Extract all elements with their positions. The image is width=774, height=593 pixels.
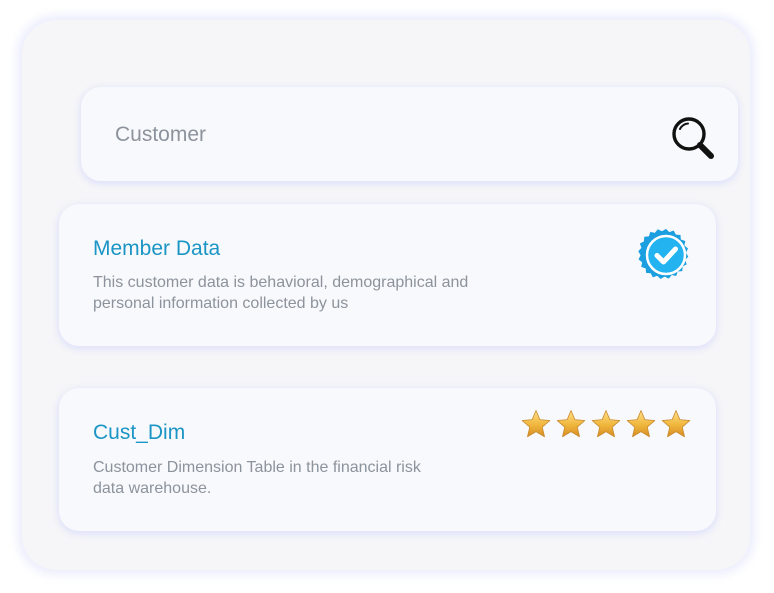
search-bar[interactable] bbox=[81, 87, 738, 181]
search-input[interactable] bbox=[115, 121, 595, 149]
verified-check-icon bbox=[638, 228, 689, 279]
result-card-member-data[interactable]: Member Data This customer data is behavi… bbox=[59, 204, 716, 346]
star-icon bbox=[661, 410, 691, 438]
result-description: This customer data is behavioral, demogr… bbox=[93, 272, 513, 314]
result-title[interactable]: Cust_Dim bbox=[93, 420, 185, 446]
result-card-cust-dim[interactable]: Cust_Dim Customer Dimension Table in the… bbox=[59, 388, 716, 531]
star-icon bbox=[556, 410, 586, 438]
result-description-line: Customer Dimension Table in the financia… bbox=[93, 459, 421, 476]
search-icon[interactable] bbox=[669, 114, 717, 162]
result-description-line: data warehouse. bbox=[93, 480, 212, 497]
star-icon bbox=[626, 410, 656, 438]
star-icon bbox=[591, 410, 621, 438]
result-description-line: This customer data is behavioral, demogr… bbox=[93, 274, 469, 291]
star-icon bbox=[521, 410, 551, 438]
star-rating bbox=[521, 409, 691, 441]
result-description-line: personal information collected by us bbox=[93, 295, 349, 312]
result-description: Customer Dimension Table in the financia… bbox=[93, 457, 463, 499]
result-title[interactable]: Member Data bbox=[93, 236, 220, 262]
